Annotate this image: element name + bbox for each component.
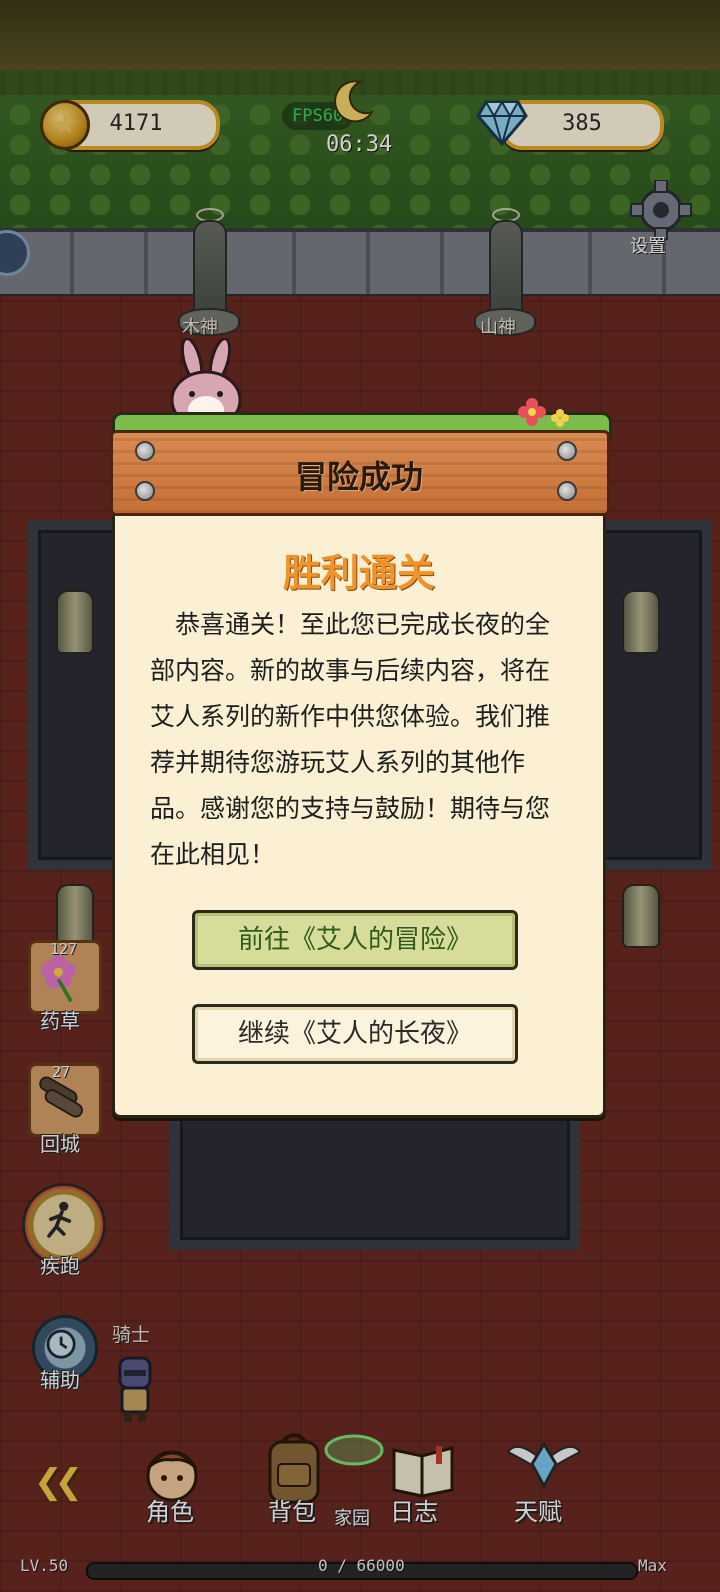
continue-long-night-button[interactable]: 继续《艾人的长夜》 (192, 1004, 518, 1064)
dialog-header-title: 冒险成功 (294, 458, 423, 496)
adventure-success-dialog: 冒险成功 胜利通关 恭喜通关！至此您已完成长夜的全部内容。新的故事与后续内容，将… (110, 398, 612, 1118)
go-to-adventure-button[interactable]: 前往《艾人的冒险》 (192, 910, 518, 970)
flowers-icon (518, 398, 569, 427)
victory-title: 胜利通关 (282, 550, 435, 595)
victory-message: 恭喜通关！至此您已完成长夜的全部内容。新的故事与后续内容，将在艾人系列的新作中供… (150, 610, 551, 869)
